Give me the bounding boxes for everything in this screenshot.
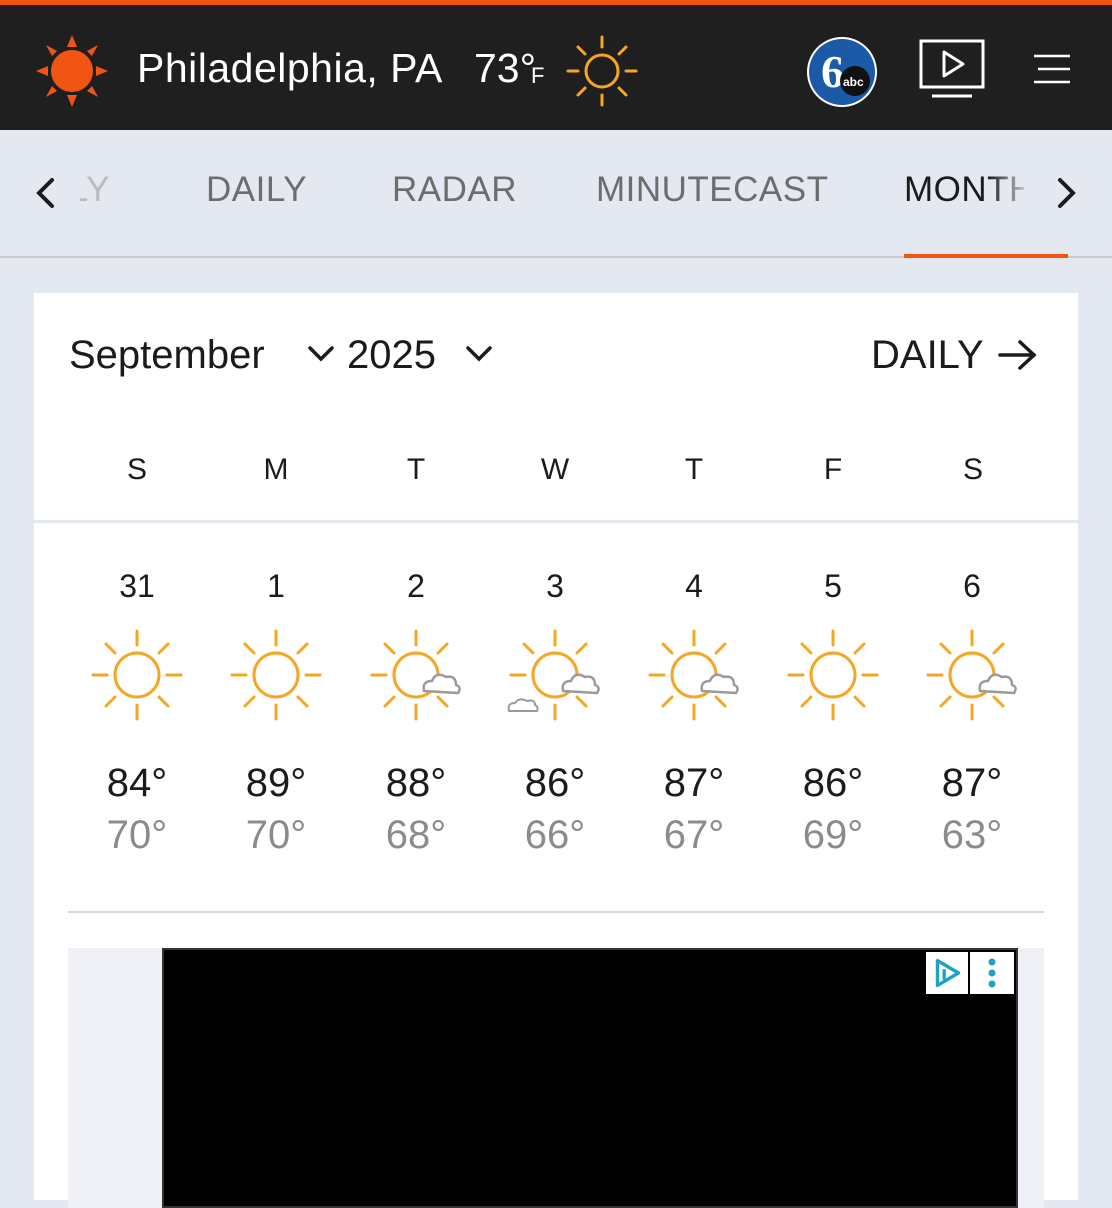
monthly-calendar-card: September 2025 DAILY S M T W T F S 31 84… (34, 293, 1078, 1208)
low-temperature: 66° (524, 813, 586, 857)
high-temperature: 89° (245, 761, 307, 805)
high-temperature: 87° (941, 761, 1003, 805)
weekday-label: T (684, 453, 704, 486)
weekday-label: S (126, 453, 147, 486)
low-temperature: 67° (663, 813, 725, 857)
play-icon[interactable] (926, 952, 970, 994)
chevron-down-icon[interactable] (464, 343, 494, 365)
weekday-label: W (540, 453, 570, 486)
arrow-right-icon[interactable] (996, 337, 1040, 373)
day-number: 3 (546, 568, 564, 604)
abc6-logo-icon[interactable]: 6 abc (805, 35, 879, 109)
calendar-day[interactable]: 4 87° 67° (629, 568, 759, 861)
calendar-day[interactable]: 5 86° 69° (768, 568, 898, 861)
day-number: 2 (407, 568, 425, 604)
calendar-day[interactable]: 6 87° 63° (907, 568, 1037, 861)
day-number: 4 (685, 568, 703, 604)
tab-radar[interactable]: RADAR (392, 170, 517, 210)
low-temperature: 63° (941, 813, 1003, 857)
high-temperature: 87° (663, 761, 725, 805)
low-temperature: 70° (106, 813, 168, 857)
svg-text:abc: abc (843, 75, 864, 89)
ad-container (68, 948, 1044, 1208)
weekday-label: T (406, 453, 426, 486)
low-temperature: 70° (245, 813, 307, 857)
temperature-unit: F (531, 63, 545, 88)
month-select[interactable]: September (69, 333, 265, 378)
divider (68, 911, 1044, 913)
calendar-day[interactable]: 3 86° 66° (490, 568, 620, 861)
low-temperature: 69° (802, 813, 864, 857)
weekday-label: S (962, 453, 983, 486)
high-temperature: 86° (802, 761, 864, 805)
accuweather-logo-icon[interactable] (34, 33, 110, 109)
calendar-day[interactable]: 2 88° 68° (351, 568, 481, 861)
current-temperature: 73° (474, 45, 537, 91)
sunny-icon (787, 629, 879, 721)
video-icon[interactable] (918, 38, 986, 102)
high-temperature: 86° (524, 761, 586, 805)
partly-sunny-icon (926, 629, 1017, 721)
daily-link[interactable]: DAILY (871, 333, 984, 378)
weekday-header: S M T W T F S (34, 443, 1078, 523)
sun-icon (566, 35, 638, 107)
high-temperature: 88° (385, 761, 447, 805)
calendar-day[interactable]: 1 89° 70° (211, 568, 341, 861)
day-number: 6 (963, 568, 981, 604)
partly-cloudy-icon (507, 629, 600, 721)
chevron-right-icon[interactable] (1050, 172, 1082, 214)
day-number: 1 (267, 568, 285, 604)
location-name[interactable]: Philadelphia, PA (137, 45, 443, 92)
forecast-tabs: LY DAILY RADAR MINUTECAST MONTHLY (0, 130, 1112, 258)
chevron-down-icon[interactable] (306, 343, 336, 365)
low-temperature: 68° (385, 813, 447, 857)
ad-video[interactable] (162, 948, 1018, 1208)
day-number: 5 (824, 568, 842, 604)
day-number: 31 (119, 568, 155, 604)
tab-hourly-partial[interactable]: LY (80, 170, 110, 210)
weekday-label: M (263, 453, 289, 486)
active-tab-indicator (904, 254, 1068, 258)
tab-daily[interactable]: DAILY (206, 170, 307, 210)
calendar-day[interactable]: 31 84° 70° (72, 568, 202, 861)
sunny-icon (91, 629, 183, 721)
divider (34, 520, 1078, 523)
year-select[interactable]: 2025 (347, 333, 436, 378)
tab-minutecast[interactable]: MINUTECAST (596, 170, 829, 210)
partly-sunny-icon (648, 629, 739, 721)
chevron-left-icon[interactable] (30, 172, 62, 214)
high-temperature: 84° (106, 761, 168, 805)
sunny-icon (230, 629, 322, 721)
weekday-label: F (823, 453, 843, 486)
tab-monthly[interactable]: MONTHLY (904, 170, 1024, 210)
hamburger-menu-icon[interactable] (1030, 48, 1072, 90)
ad-badge (926, 952, 1014, 994)
more-icon[interactable] (970, 952, 1014, 994)
top-header: Philadelphia, PA 73° F 6 abc (0, 5, 1112, 130)
svg-text:6: 6 (821, 46, 844, 97)
partly-sunny-icon (370, 629, 461, 721)
